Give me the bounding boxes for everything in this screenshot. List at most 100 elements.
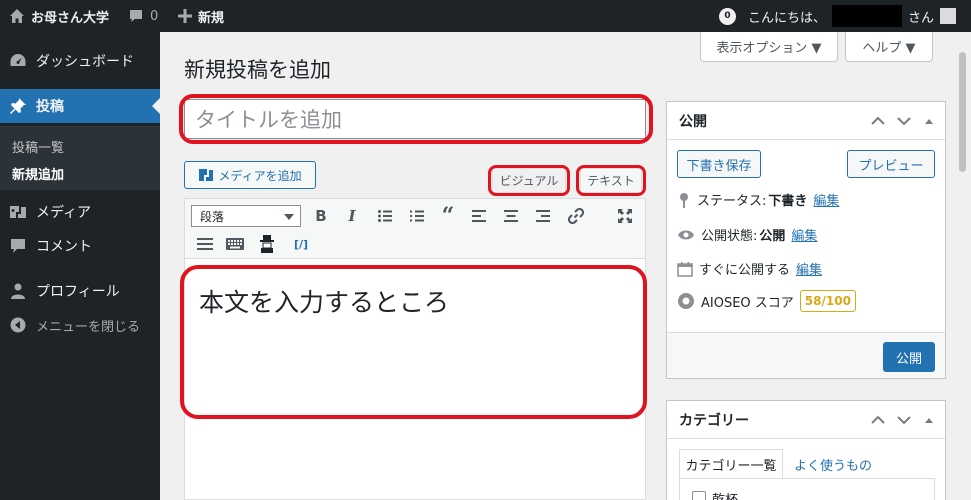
gear-icon <box>677 292 701 310</box>
sidebar-item-label: ダッシュボード <box>36 54 134 70</box>
pin-icon <box>677 192 697 208</box>
sidebar-item-profile[interactable]: プロフィール <box>0 274 160 308</box>
publish-button[interactable]: 公開 <box>883 342 935 372</box>
person-hat-icon <box>258 235 276 253</box>
visibility-label: 公開状態: <box>701 229 758 244</box>
bullet-list-button[interactable] <box>373 204 397 228</box>
chevron-up-icon[interactable] <box>871 413 885 427</box>
admin-sidebar: ダッシュボード 投稿 投稿一覧 新規追加 メディア コメント プロフィール メニ… <box>0 32 160 500</box>
fullscreen-button[interactable] <box>613 204 637 228</box>
publish-box-title: 公開 <box>679 113 707 130</box>
category-checklist: 乾杯 <box>679 478 935 500</box>
edit-status-link[interactable]: 編集 <box>813 190 839 209</box>
aioseo-score-badge[interactable]: 58/100 <box>799 290 856 312</box>
category-checkbox[interactable] <box>692 491 706 500</box>
content-editor: 段落 B I “ [/] 本文を入力するところ <box>184 198 646 500</box>
collapse-arrow-icon <box>0 317 36 333</box>
align-left-icon <box>472 210 486 222</box>
comments-count: 0 <box>150 8 159 24</box>
new-label: 新規 <box>198 10 225 26</box>
chevron-down-icon[interactable] <box>897 114 911 128</box>
pushpin-icon <box>0 97 36 115</box>
page-title: 新規投稿を追加 <box>184 58 331 82</box>
align-center-icon <box>504 210 518 222</box>
publish-box-footer: 公開 <box>667 332 945 378</box>
plus-icon <box>178 9 192 23</box>
link-icon <box>568 208 584 224</box>
chevron-down-icon <box>284 214 294 225</box>
new-content-link[interactable]: 新規 <box>178 0 224 32</box>
chevron-down-icon[interactable] <box>897 413 911 427</box>
tab-popular-categories[interactable]: よく使うもの <box>787 449 879 479</box>
help-button[interactable]: ヘルプ ▼ <box>845 32 933 62</box>
bold-button[interactable]: B <box>309 204 333 228</box>
shortcode-button[interactable]: [/] <box>289 232 313 256</box>
horizontal-line-button[interactable] <box>193 232 217 256</box>
honorific-text: さん <box>908 10 935 26</box>
sidebar-item-label: 投稿 <box>36 99 64 115</box>
keyboard-shortcuts-button[interactable] <box>223 232 247 256</box>
save-draft-button[interactable]: 下書き保存 <box>677 150 761 178</box>
redacted-username <box>832 5 903 27</box>
collapse-menu-button[interactable]: メニューを閉じる <box>0 308 160 342</box>
sidebar-item-comments[interactable]: コメント <box>0 229 160 263</box>
tab-visual[interactable]: ビジュアル <box>492 168 566 193</box>
sidebar-item-media[interactable]: メディア <box>0 195 160 229</box>
insert-link-button[interactable] <box>564 204 588 228</box>
custom-plugin-button[interactable] <box>255 232 279 256</box>
format-select-value: 段落 <box>200 209 225 224</box>
user-account-link[interactable]: 0 こんにちは、 さん <box>719 0 957 32</box>
screen-options-button[interactable]: 表示オプション ▼ <box>700 32 838 62</box>
submenu-item-add-new[interactable]: 新規追加 <box>12 164 64 183</box>
chevron-up-icon[interactable] <box>871 114 885 128</box>
numbered-list-icon <box>410 210 424 222</box>
editor-body-text[interactable]: 本文を入力するところ <box>199 283 449 319</box>
tab-all-categories[interactable]: カテゴリー一覧 <box>679 449 783 479</box>
comments-link[interactable]: 0 <box>128 0 158 32</box>
align-left-button[interactable] <box>467 204 491 228</box>
admin-bar: お母さん大学 0 新規 0 こんにちは、 さん <box>0 0 971 32</box>
sidebar-item-dashboard[interactable]: ダッシュボード <box>0 44 160 78</box>
blockquote-button[interactable]: “ <box>436 203 460 229</box>
category-box-title: カテゴリー <box>679 412 749 429</box>
sidebar-item-posts[interactable]: 投稿 <box>0 89 160 123</box>
tab-text[interactable]: テキスト <box>580 168 642 193</box>
page-scrollbar[interactable] <box>954 32 971 500</box>
site-name-link[interactable]: お母さん大学 <box>9 0 109 32</box>
preview-button[interactable]: プレビュー <box>847 150 935 178</box>
sidebar-item-label: メディア <box>36 205 92 221</box>
submenu-item-posts-list[interactable]: 投稿一覧 <box>12 137 64 156</box>
numbered-list-button[interactable] <box>405 204 429 228</box>
toggle-triangle-icon[interactable] <box>923 114 935 128</box>
posts-submenu: 投稿一覧 新規追加 <box>0 126 160 190</box>
aioseo-label: AIOSEO スコア <box>701 295 794 311</box>
add-media-button[interactable]: メディアを追加 <box>184 161 316 189</box>
site-name: お母さん大学 <box>31 10 110 26</box>
status-row: ステータス: 下書き 編集 <box>677 190 839 209</box>
bullet-list-icon <box>378 210 392 222</box>
greeting-text: こんにちは、 <box>748 10 827 26</box>
notification-badge: 0 <box>719 7 736 25</box>
comment-icon <box>128 8 144 24</box>
toggle-triangle-icon[interactable] <box>923 413 935 427</box>
aioseo-row: AIOSEO スコア 58/100 <box>677 290 856 312</box>
calendar-icon <box>677 261 699 277</box>
scrollbar-thumb[interactable] <box>959 52 966 172</box>
horizontal-line-icon <box>197 238 213 250</box>
edit-schedule-link[interactable]: 編集 <box>796 259 822 278</box>
visibility-row: 公開状態: 公開 編集 <box>677 225 817 244</box>
category-box-header: カテゴリー <box>667 401 945 439</box>
schedule-label: すぐに公開する <box>699 263 791 278</box>
category-item-label: 乾杯 <box>712 489 738 500</box>
align-right-button[interactable] <box>531 204 555 228</box>
category-box: カテゴリー カテゴリー一覧 よく使うもの 乾杯 <box>666 400 946 500</box>
format-select[interactable]: 段落 <box>191 205 301 227</box>
fullscreen-icon <box>618 209 632 223</box>
edit-visibility-link[interactable]: 編集 <box>791 225 817 244</box>
add-media-label: メディアを追加 <box>218 168 302 183</box>
post-title-input[interactable]: タイトルを追加 <box>184 99 646 139</box>
italic-button[interactable]: I <box>340 204 364 228</box>
align-center-button[interactable] <box>499 204 523 228</box>
publish-box-header: 公開 <box>667 102 945 140</box>
eye-icon <box>677 229 701 241</box>
